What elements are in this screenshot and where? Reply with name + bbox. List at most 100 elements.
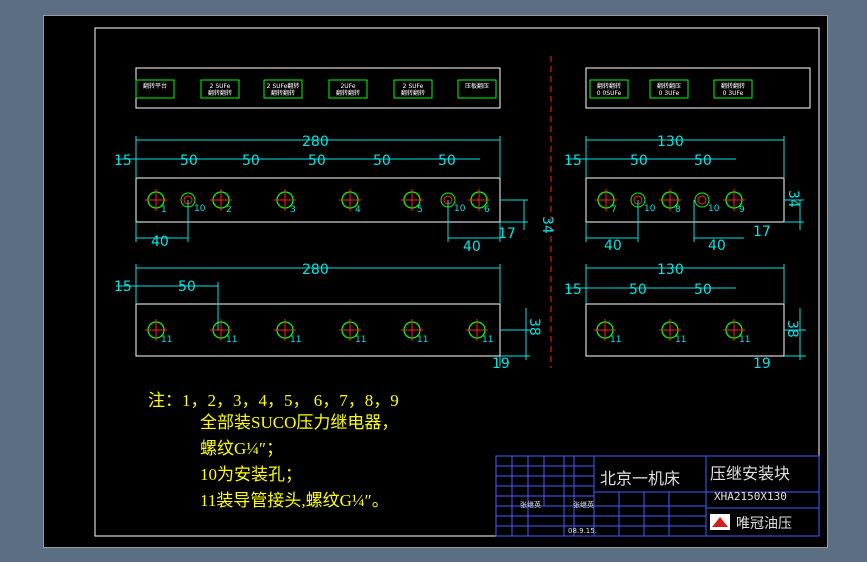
dim-bottom-right-total: 130 — [657, 262, 684, 278]
hole-5: 5 — [401, 189, 423, 215]
top-left-dim-lines — [116, 136, 528, 242]
dim-bottom-right-spacing-2: 50 — [694, 282, 712, 298]
title-company: 北京一机床 — [600, 469, 680, 488]
note-line-4: 10为安装孔； — [200, 465, 302, 484]
hole-1: 1 — [145, 189, 167, 215]
dim-top-left-total: 280 — [302, 134, 329, 150]
dim-top-right-17: 17 — [753, 224, 771, 240]
dim-top-right-34: 34 — [785, 190, 801, 208]
hole-11-right-3: 11 — [723, 319, 750, 345]
hole-8: 8 — [659, 189, 681, 215]
hole-5-label: 5 — [417, 205, 423, 215]
left-plate-sub-4: 翻转翻转 — [336, 89, 360, 97]
dim-top-left-40b: 40 — [463, 239, 481, 255]
dim-top-left-spacing-5: 50 — [438, 153, 456, 169]
title-drawing-number: XHA2150X130 — [714, 490, 787, 503]
dim-bottom-left-total: 280 — [302, 262, 329, 278]
hole-9-label: 9 — [739, 205, 745, 215]
hole-7-label: 7 — [611, 205, 617, 215]
right-plate-label-1: 翻转翻转 — [597, 82, 621, 90]
dim-bottom-left-offset: 15 — [114, 279, 132, 295]
hole-11-left-6: 11 — [466, 319, 493, 345]
left-plate-label-4: 2UFe — [340, 83, 355, 90]
hole-4: 4 — [339, 189, 361, 215]
hole-mount-r4: 10 — [694, 192, 720, 214]
right-plate-label-2: 翻转翻压 — [657, 82, 681, 90]
note-line-3: 螺纹G¼″； — [200, 439, 283, 458]
hole-mount-r2-label: 10 — [644, 204, 656, 214]
hole-11-left-5: 11 — [401, 319, 428, 345]
hole-11-left-4-label: 11 — [355, 335, 366, 345]
right-plate-sub-3: 0 3UFe — [723, 90, 744, 97]
hole-11-right-3-label: 11 — [739, 335, 750, 345]
hole-mount-7-label: 10 — [454, 204, 466, 214]
dim-top-left-spacing-4: 50 — [373, 153, 391, 169]
title-designer-2: 张继英 — [573, 500, 594, 509]
hole-2: 2 — [210, 189, 232, 215]
dim-bottom-left-19: 19 — [492, 356, 510, 372]
hole-11-right-2-label: 11 — [675, 335, 686, 345]
dim-bottom-right-spacing-1: 50 — [629, 282, 647, 298]
hole-3-label: 3 — [290, 205, 296, 215]
dim-top-left-spacing-2: 50 — [242, 153, 260, 169]
hole-7: 7 — [595, 189, 617, 215]
hole-11-right-1-label: 11 — [610, 335, 621, 345]
left-plate-label-3: 2 SUFe翻转 — [267, 82, 300, 90]
dim-top-left-40a: 40 — [151, 234, 169, 250]
left-plate-label-1: 翻转平台 — [143, 82, 167, 90]
dim-top-right-40a: 40 — [604, 238, 622, 254]
right-plate-sub-2: 0 3UFe — [659, 90, 680, 97]
left-plate-label-5: 2 SUFe — [403, 83, 424, 90]
dim-top-left-spacing-3: 50 — [308, 153, 326, 169]
hole-11-left-4: 11 — [339, 319, 366, 345]
dim-top-right-offset: 15 — [564, 153, 582, 169]
title-maker: 唯冠油压 — [736, 516, 792, 532]
hole-4-label: 4 — [355, 205, 361, 215]
hole-2-label: 2 — [226, 205, 232, 215]
dim-top-right-total: 130 — [657, 134, 684, 150]
hole-mount-2: 10 — [180, 192, 206, 214]
title-date: 08.9.15. — [568, 527, 597, 535]
hole-mount-r2: 10 — [630, 192, 656, 214]
note-line-1: 注：1，2，3，4，5， 6，7，8，9 — [148, 391, 399, 410]
hole-11-left-3: 11 — [274, 319, 301, 345]
left-plate-sub-2: 翻转翻转 — [208, 89, 232, 97]
left-label-strip — [135, 67, 501, 109]
note-line-2: 全部装SUCO压力继电器， — [200, 413, 398, 432]
dim-top-left-spacing-1: 50 — [180, 153, 198, 169]
bottom-left-block — [135, 303, 501, 357]
left-plate-label-6: 压板翻压 — [465, 82, 489, 90]
drawing-canvas[interactable]: 翻转平台 2 SUFe 翻转翻转 2 SUFe翻转 翻转翻转 2UFe 翻转翻转 2 SUFe… — [43, 15, 828, 548]
dim-top-right-spacing-2: 50 — [694, 153, 712, 169]
cad-drawing: 翻转平台 2 SUFe翻转翻转2 SUFe翻转翻转翻转2UFe翻转翻转2 SUFe… — [94, 27, 820, 537]
hole-mount-2-label: 10 — [194, 204, 206, 214]
hole-6: 6 — [468, 189, 490, 215]
dim-top-left-offset: 15 — [114, 153, 132, 169]
right-plate-label-3: 翻转翻转 — [721, 82, 745, 90]
dim-bottom-right-19: 19 — [753, 356, 771, 372]
hole-11-left-1-label: 11 — [161, 335, 172, 345]
title-part-name: 压继安装块 — [710, 464, 790, 483]
top-left-holes: 1 10 2 3 4 5 10 6 — [145, 189, 490, 215]
hole-6-label: 6 — [484, 205, 490, 215]
hole-11-left-2-label: 11 — [226, 335, 237, 345]
hole-11-left-6-label: 11 — [482, 335, 493, 345]
left-plate-sub-3: 翻转翻转 — [271, 89, 295, 97]
dim-bottom-left-spacing: 50 — [178, 279, 196, 295]
left-plate-sub-5: 翻转翻转 — [401, 89, 425, 97]
title-designer-1: 张继英 — [520, 500, 541, 509]
maker-logo-icon — [710, 514, 730, 530]
dim-bottom-right-offset: 15 — [564, 282, 582, 298]
dim-top-right-spacing-1: 50 — [630, 153, 648, 169]
hole-3: 3 — [274, 189, 296, 215]
bottom-left-holes: 11 11 11 11 11 11 — [145, 319, 493, 345]
note-line-5: 11装导管接头,螺纹G¼″。 — [200, 491, 389, 510]
bottom-right-holes: 11 11 11 — [594, 319, 750, 345]
top-left-block — [135, 177, 501, 223]
hole-mount-7: 10 — [440, 192, 466, 214]
dim-top-left-17: 17 — [498, 226, 516, 242]
dim-bottom-left-38: 38 — [526, 318, 542, 336]
hole-11-left-1: 11 — [145, 319, 172, 345]
right-label-plates: 翻转翻转0 0SUFe翻转翻压0 3UFe翻转翻转0 3UFe — [589, 79, 753, 99]
hole-8-label: 8 — [675, 205, 681, 215]
